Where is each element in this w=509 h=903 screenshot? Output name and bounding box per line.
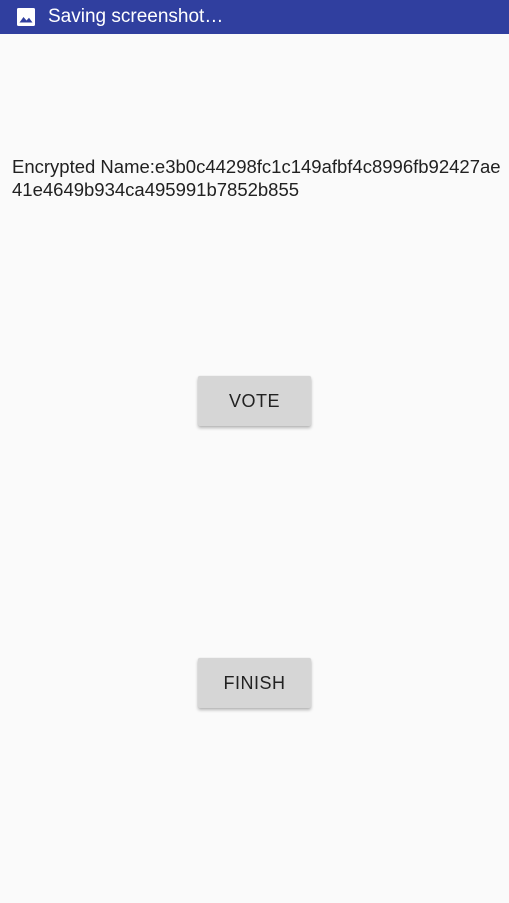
image-icon: [16, 7, 36, 27]
status-notification-text: Saving screenshot…: [48, 6, 224, 27]
main-content: Encrypted Name:e3b0c44298fc1c149afbf4c89…: [0, 34, 509, 903]
vote-button[interactable]: VOTE: [198, 376, 311, 426]
finish-button[interactable]: FINISH: [198, 658, 311, 708]
encrypted-name-text: Encrypted Name:e3b0c44298fc1c149afbf4c89…: [12, 156, 501, 200]
status-bar: Saving screenshot…: [0, 0, 509, 34]
